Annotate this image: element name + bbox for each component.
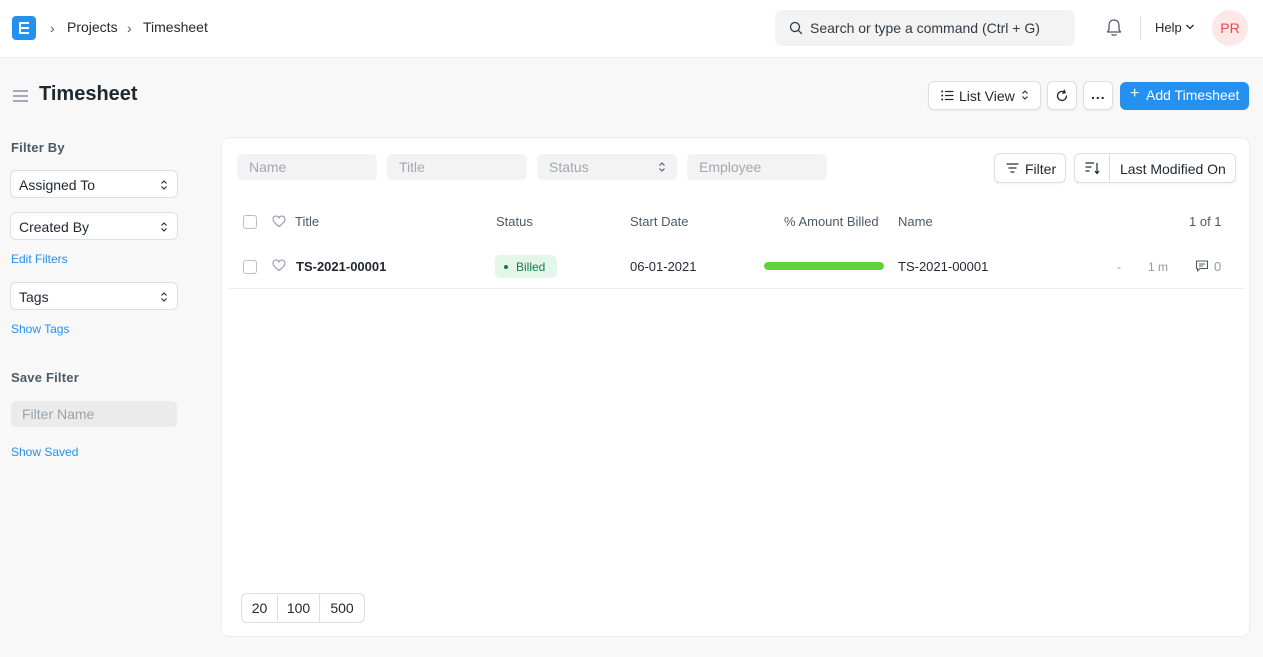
sidebar-toggle-icon[interactable] xyxy=(12,89,29,103)
column-title[interactable]: Title xyxy=(295,214,319,229)
sort-order-button[interactable] xyxy=(1075,154,1110,182)
select-arrows-icon xyxy=(659,162,665,172)
page-size-100-button[interactable]: 100 xyxy=(278,594,320,622)
help-menu[interactable]: Help xyxy=(1155,20,1182,35)
chevron-down-icon[interactable] xyxy=(1185,23,1195,31)
edit-filters-link[interactable]: Edit Filters xyxy=(11,252,68,266)
chevron-right-icon: › xyxy=(127,20,132,36)
page-length-selector: 20 100 500 xyxy=(241,593,365,623)
breadcrumb-timesheet[interactable]: Timesheet xyxy=(143,19,208,35)
filter-by-heading: Filter By xyxy=(11,140,65,155)
page-size-500-button[interactable]: 500 xyxy=(320,594,364,622)
sort-selector[interactable]: Last Modified On xyxy=(1074,153,1236,183)
search-placeholder: Search or type a command (Ctrl + G) xyxy=(810,20,1040,36)
search-icon xyxy=(789,21,803,35)
chevron-right-icon: › xyxy=(50,20,55,36)
tags-select[interactable]: Tags xyxy=(10,282,178,310)
comment-icon[interactable] xyxy=(1195,259,1209,273)
tags-label: Tags xyxy=(19,289,49,305)
select-all-checkbox[interactable] xyxy=(243,215,257,229)
page-title: Timesheet xyxy=(39,83,138,105)
status-badge: Billed xyxy=(495,255,557,278)
row-name: TS-2021-00001 xyxy=(898,259,989,274)
row-checkbox[interactable] xyxy=(243,260,257,274)
sort-field-label: Last Modified On xyxy=(1120,161,1226,177)
employee-filter-input[interactable] xyxy=(687,154,827,180)
row-divider xyxy=(229,288,1245,289)
list-card: Status Filter Last Modified On Titl xyxy=(221,137,1250,637)
sort-descending-icon xyxy=(1085,162,1100,175)
assigned-to-select[interactable]: Assigned To xyxy=(10,170,178,198)
status-dot-icon xyxy=(504,265,508,269)
select-arrows-icon xyxy=(161,180,167,190)
user-avatar[interactable]: PR xyxy=(1212,10,1248,46)
name-filter-input[interactable] xyxy=(237,154,377,180)
progress-fill xyxy=(764,262,884,270)
show-saved-link[interactable]: Show Saved xyxy=(11,445,78,459)
heart-icon[interactable] xyxy=(272,259,286,272)
app-logo-icon[interactable] xyxy=(12,16,36,40)
plus-icon: + xyxy=(1130,85,1140,102)
add-timesheet-label: Add Timesheet xyxy=(1146,87,1240,103)
status-filter-label: Status xyxy=(549,159,589,175)
navbar: › Projects › Timesheet Search or type a … xyxy=(0,0,1263,58)
divider xyxy=(1140,16,1141,40)
save-filter-heading: Save Filter xyxy=(11,370,79,385)
row-dash: - xyxy=(1117,260,1121,274)
created-by-select[interactable]: Created By xyxy=(10,212,178,240)
more-dots-icon: ... xyxy=(1091,86,1106,102)
row-modified: 1 m xyxy=(1148,260,1169,274)
created-by-label: Created By xyxy=(19,219,90,235)
page-size-20-button[interactable]: 20 xyxy=(242,594,278,622)
list-icon xyxy=(941,90,954,101)
filter-button[interactable]: Filter xyxy=(994,153,1066,183)
search-bar[interactable]: Search or type a command (Ctrl + G) xyxy=(775,10,1075,46)
filter-icon xyxy=(1006,163,1019,173)
show-tags-link[interactable]: Show Tags xyxy=(11,322,69,336)
filter-name-input[interactable] xyxy=(11,401,177,427)
notification-bell-icon[interactable] xyxy=(1105,18,1123,38)
list-view-selector[interactable]: List View xyxy=(928,81,1041,110)
filter-label: Filter xyxy=(1025,161,1057,177)
column-status[interactable]: Status xyxy=(496,214,533,229)
refresh-icon xyxy=(1056,89,1068,102)
list-view-label: List View xyxy=(959,88,1015,104)
status-filter-select[interactable]: Status xyxy=(537,154,677,180)
status-badge-label: Billed xyxy=(516,260,546,274)
row-start-date: 06-01-2021 xyxy=(630,259,697,274)
title-filter-input[interactable] xyxy=(387,154,527,180)
breadcrumb-projects[interactable]: Projects xyxy=(67,19,118,35)
column-start-date[interactable]: Start Date xyxy=(630,214,689,229)
assigned-to-label: Assigned To xyxy=(19,177,96,193)
comment-count: 0 xyxy=(1214,259,1222,274)
select-arrows-icon xyxy=(161,292,167,302)
heart-icon[interactable] xyxy=(272,215,286,228)
column-amount-billed[interactable]: % Amount Billed xyxy=(784,214,879,229)
more-actions-button[interactable]: ... xyxy=(1083,81,1113,110)
reload-button[interactable] xyxy=(1047,81,1077,110)
select-arrows-icon xyxy=(1022,90,1028,100)
row-title-link[interactable]: TS-2021-00001 xyxy=(296,259,386,274)
amount-billed-progress xyxy=(764,262,884,270)
column-name[interactable]: Name xyxy=(898,214,933,229)
select-arrows-icon xyxy=(161,222,167,232)
add-timesheet-button[interactable]: + Add Timesheet xyxy=(1120,82,1249,110)
result-count: 1 of 1 xyxy=(1189,214,1222,229)
